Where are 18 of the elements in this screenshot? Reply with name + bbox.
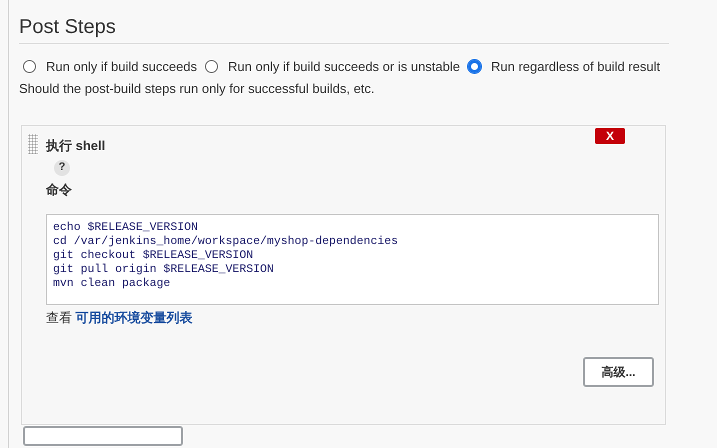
radio-button[interactable] bbox=[468, 60, 481, 73]
radio-label[interactable]: Run only if build succeeds or is unstable bbox=[228, 59, 460, 74]
drag-handle-icon[interactable] bbox=[28, 134, 38, 154]
radio-button[interactable] bbox=[205, 60, 218, 73]
command-field[interactable]: echo $RELEASE_VERSION cd /var/jenkins_home/workspace/myshop-dependencies git checkout $RELEASE_VERSION git pull origin $RELEASE_VERSION mvn clean package bbox=[46, 214, 659, 304]
radio-label[interactable]: Run only if build succeeds bbox=[46, 59, 198, 74]
delete-button[interactable]: X bbox=[595, 128, 625, 144]
radio-button[interactable] bbox=[23, 60, 36, 73]
help-icon[interactable]: ? bbox=[54, 160, 70, 176]
env-prefix-text: 查看 bbox=[46, 310, 72, 324]
advanced-button[interactable]: 高级... bbox=[583, 357, 654, 387]
radio-label[interactable]: Run regardless of build result bbox=[491, 59, 660, 74]
field-label: 命令 bbox=[46, 180, 72, 198]
step-title: 执行 shell bbox=[46, 137, 106, 155]
add-step-button[interactable] bbox=[23, 426, 183, 446]
env-variables-link[interactable]: 可用的环境变量列表 bbox=[76, 310, 193, 324]
help-text: Should the post-build steps run only for successful builds, etc. bbox=[19, 80, 375, 98]
section-title: Post Steps bbox=[19, 15, 116, 40]
